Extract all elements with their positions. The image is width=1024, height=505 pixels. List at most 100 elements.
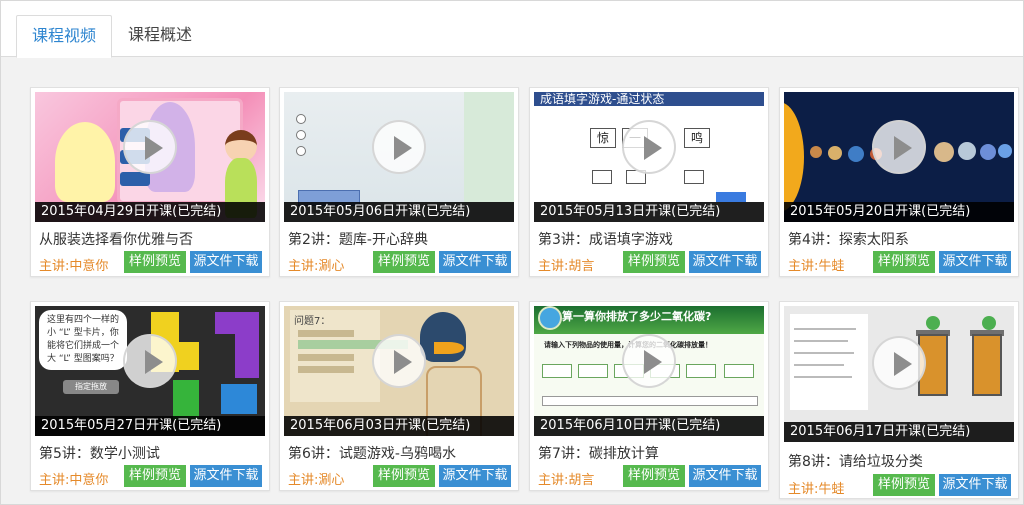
thumbnail-art (794, 328, 856, 330)
thumbnail-art (934, 142, 954, 162)
thumbnail-art (296, 130, 306, 140)
course-thumbnail[interactable]: 问题7： 2015年06月03日开课(已完结) (284, 306, 514, 436)
thumbnail-art (578, 364, 608, 378)
thumbnail-art (810, 146, 822, 158)
thumbnail-art (980, 144, 996, 160)
course-lecturer: 主讲:胡言 (538, 259, 595, 274)
thumbnail-char: 鸣 (684, 128, 710, 148)
course-title[interactable]: 第7讲：碳排放计算 (538, 443, 659, 463)
course-thumbnail[interactable]: 2015年05月06日开课(已完结) (284, 92, 514, 222)
course-card-6: 问题7： 2015年06月03日开课(已完结) 第6讲：试题游戏-乌鸦喝水 主讲… (279, 301, 519, 491)
thumbnail-art (716, 192, 746, 202)
thumbnail-art (464, 92, 514, 202)
download-source-button[interactable]: 源文件下载 (939, 474, 1011, 496)
course-card-2: 2015年05月06日开课(已完结) 第2讲：题库-开心辞典 主讲:涮心 样例预… (279, 87, 519, 277)
course-title[interactable]: 第5讲：数学小测试 (39, 443, 160, 463)
tab-bar: 课程视频 课程概述 (1, 1, 1023, 58)
thumbnail-bubble-line: 大 “L” 型图案吗？ (47, 354, 119, 364)
course-lecturer: 主讲:中意你 (39, 473, 109, 488)
thumbnail-art (235, 334, 259, 378)
thumbnail-art (686, 364, 716, 378)
tab-course-overview[interactable]: 课程概述 (113, 15, 207, 56)
thumbnail-art (958, 142, 976, 160)
preview-button[interactable]: 样例预览 (623, 251, 685, 273)
course-thumbnail[interactable]: 这里有四个一样的 小 “L” 型卡片，你 能将它们拼成一个 大 “L” 型图案吗… (35, 306, 265, 436)
preview-button[interactable]: 样例预览 (873, 474, 935, 496)
thumbnail-art (298, 330, 354, 337)
download-source-button[interactable]: 源文件下载 (689, 465, 761, 487)
play-circle-icon[interactable] (872, 336, 926, 391)
thumbnail-bubble-text: 这里有四个一样的 小 “L” 型卡片，你 能将它们拼成一个 大 “L” 型图案吗… (47, 314, 119, 366)
course-thumbnail[interactable]: 算一算你排放了多少二氧化碳? 请输入下列物品的使用量，计算您的二氧化碳排放量！ … (534, 306, 764, 436)
course-date: 2015年05月20日开课(已完结) (784, 202, 1014, 222)
course-lecturer: 主讲:胡言 (538, 473, 595, 488)
course-date: 2015年05月27日开课(已完结) (35, 416, 265, 436)
download-source-button[interactable]: 源文件下载 (190, 465, 262, 487)
thumbnail-char: 惊 (590, 128, 616, 148)
course-thumbnail[interactable]: 2015年04月29日开课(已完结) (35, 92, 265, 222)
thumbnail-art (794, 340, 848, 342)
play-circle-icon[interactable] (372, 119, 426, 174)
download-source-button[interactable]: 源文件下载 (439, 251, 511, 273)
course-lecturer: 主讲:牛蛙 (788, 259, 845, 274)
thumbnail-art (784, 102, 804, 212)
play-circle-icon[interactable] (622, 333, 676, 388)
course-card-5: 这里有四个一样的 小 “L” 型卡片，你 能将它们拼成一个 大 “L” 型图案吗… (30, 301, 270, 491)
thumbnail-art (55, 122, 115, 202)
thumbnail-art (298, 354, 354, 361)
thumbnail-bubble-line: 能将它们拼成一个 (47, 341, 120, 351)
thumbnail-question: 问题7： (294, 316, 331, 327)
course-title[interactable]: 第3讲：成语填字游戏 (538, 229, 673, 249)
thumbnail-art (298, 366, 354, 373)
thumbnail-art (828, 146, 842, 160)
course-panel: 课程视频 课程概述 2015年04月29日开课(已完结) 从服装选择看你优雅与否… (0, 0, 1024, 505)
course-lecturer: 主讲:牛蛙 (788, 482, 845, 497)
course-thumbnail[interactable]: 2015年05月20日开课(已完结) (784, 92, 1014, 222)
tab-course-videos[interactable]: 课程视频 (16, 15, 112, 58)
course-title[interactable]: 第4讲：探索太阳系 (788, 229, 909, 249)
preview-button[interactable]: 样例预览 (373, 251, 435, 273)
course-lecturer: 主讲:中意你 (39, 259, 109, 274)
course-title[interactable]: 第8讲：请给垃圾分类 (788, 451, 923, 471)
course-title[interactable]: 从服装选择看你优雅与否 (39, 229, 193, 249)
play-circle-icon[interactable] (123, 119, 177, 174)
thumbnail-bubble-line: 这里有四个一样的 (47, 315, 120, 325)
play-circle-icon[interactable] (372, 333, 426, 388)
preview-button[interactable]: 样例预览 (623, 465, 685, 487)
thumbnail-art (794, 376, 852, 378)
course-card-3: 成语填字游戏-通过状态 惊 一 鸣 2015年05月13日开课(已完结) 第3讲… (529, 87, 769, 277)
thumbnail-art (684, 170, 704, 184)
course-title[interactable]: 第2讲：题库-开心辞典 (288, 229, 428, 249)
course-title[interactable]: 第6讲：试题游戏-乌鸦喝水 (288, 443, 456, 463)
thumbnail-art (926, 316, 940, 330)
download-source-button[interactable]: 源文件下载 (689, 251, 761, 273)
download-source-button[interactable]: 源文件下载 (190, 251, 262, 273)
thumbnail-art (998, 144, 1012, 158)
thumbnail-header: 成语填字游戏-通过状态 (534, 92, 764, 106)
thumbnail-art (420, 312, 466, 362)
play-circle-icon[interactable] (622, 119, 676, 174)
download-source-button[interactable]: 源文件下载 (439, 465, 511, 487)
preview-button[interactable]: 样例预览 (873, 251, 935, 273)
course-date: 2015年06月10日开课(已完结) (534, 416, 764, 436)
course-date: 2015年05月13日开课(已完结) (534, 202, 764, 222)
thumbnail-art (120, 172, 150, 186)
thumbnail-art (542, 396, 758, 406)
thumbnail-bubble-line: 小 “L” 型卡片，你 (47, 328, 119, 338)
play-circle-icon[interactable] (872, 119, 926, 174)
thumbnail-art (848, 146, 864, 162)
course-card-4: 2015年05月20日开课(已完结) 第4讲：探索太阳系 主讲:牛蛙 样例预览 … (779, 87, 1019, 277)
course-date: 2015年04月29日开课(已完结) (35, 202, 265, 222)
course-thumbnail[interactable]: 2015年06月17日开课(已完结) (784, 306, 1014, 442)
thumbnail-art (542, 364, 572, 378)
course-thumbnail[interactable]: 成语填字游戏-通过状态 惊 一 鸣 2015年05月13日开课(已完结) (534, 92, 764, 222)
preview-button[interactable]: 样例预览 (373, 465, 435, 487)
preview-button[interactable]: 样例预览 (124, 465, 186, 487)
play-circle-icon[interactable] (123, 333, 177, 388)
thumbnail-art (972, 334, 1002, 396)
preview-button[interactable]: 样例预览 (124, 251, 186, 273)
download-source-button[interactable]: 源文件下载 (939, 251, 1011, 273)
thumbnail-button-text: 指定拖放 (63, 380, 119, 394)
course-date: 2015年06月17日开课(已完结) (784, 422, 1014, 442)
thumbnail-art (434, 342, 464, 354)
